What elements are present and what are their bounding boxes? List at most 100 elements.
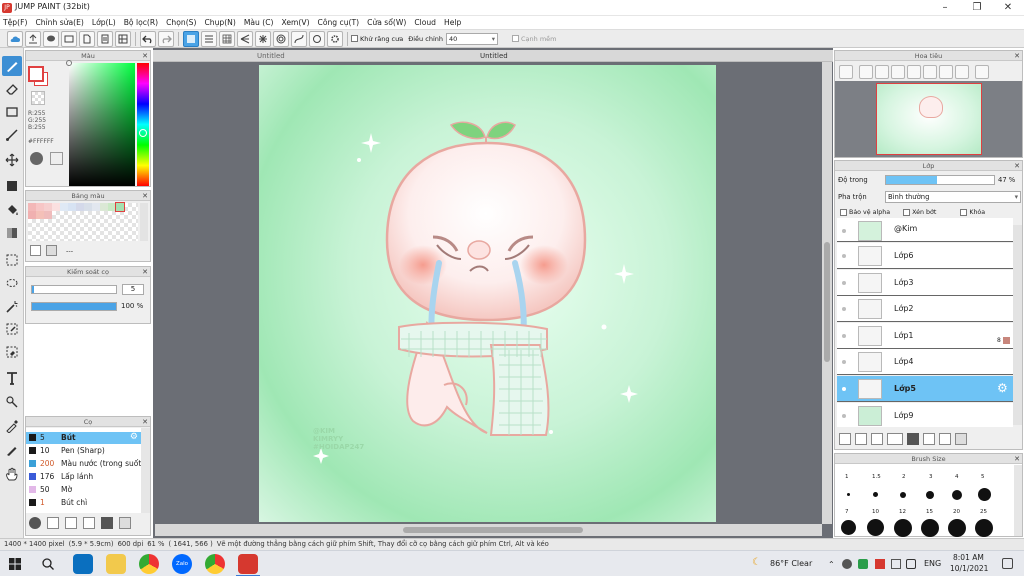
folder-icon[interactable] [101,517,113,529]
tray-chevron-icon[interactable]: ⌃ [828,560,835,569]
select-eraser-tool-icon[interactable] [2,342,22,362]
brush-size-dot[interactable] [926,491,934,499]
tray-app-icon[interactable] [842,559,852,569]
layer-row[interactable]: Lớp2 [837,296,1013,322]
brush-item[interactable]: 176 Lấp lánh [26,471,141,483]
document-icon[interactable] [83,517,95,529]
comment-icon[interactable] [43,30,59,47]
menu-tools[interactable]: Công cụ(T) [318,16,360,30]
undo-icon[interactable] [140,30,156,47]
swatch[interactable] [100,203,108,211]
brush-size-dot[interactable] [867,519,884,536]
bucket-tool-icon[interactable] [2,200,22,220]
chrome-icon[interactable] [139,554,159,574]
swatch[interactable] [84,203,92,211]
pen-tool-icon[interactable] [2,56,22,76]
picker-handle[interactable] [66,60,72,66]
curve-icon[interactable] [291,30,307,47]
menu-color[interactable]: Màu (C) [244,16,274,30]
gear-icon[interactable]: ⚙ [130,432,138,442]
brush-size-field[interactable]: 5 [122,284,144,295]
tray-app-icon[interactable] [875,559,885,569]
menu-select[interactable]: Chọn(S) [166,16,196,30]
circle-icon[interactable] [309,30,325,47]
visibility-icon[interactable] [842,387,846,391]
rectangle-tool-icon[interactable] [2,102,22,122]
brush-size-scrollbar[interactable] [1014,465,1022,536]
layer-row[interactable]: Lớp3 [837,270,1013,296]
select-pen-tool-icon[interactable] [2,319,22,339]
brush-opacity-slider[interactable] [31,302,117,311]
visibility-icon[interactable] [842,360,846,364]
brush-item-selected[interactable]: 5 Bút ⚙ [26,432,141,444]
brush-item[interactable]: 1 Bút chì [26,497,141,509]
hue-slider[interactable] [137,63,149,186]
delete-brush-icon[interactable] [119,517,131,529]
file-explorer-icon[interactable] [106,554,126,574]
document-tab-active[interactable]: Untitled [480,52,508,60]
blend-mode-select[interactable]: Bình thường ▾ [885,191,1021,203]
visibility-icon[interactable] [842,281,846,285]
fit-icon[interactable] [907,65,921,79]
swatch[interactable] [60,203,68,211]
windows-start-icon[interactable] [8,557,22,571]
brush-size-dot[interactable] [975,519,993,537]
gear-icon[interactable] [327,30,343,47]
menu-filter[interactable]: Bộ lọc(R) [124,16,158,30]
layer-row-selected[interactable]: Lớp5 ⚙ [837,376,1013,402]
visibility-icon[interactable] [842,254,846,258]
chrome-icon[interactable] [205,554,225,574]
visibility-icon[interactable] [842,334,846,338]
vertical-scrollbar[interactable] [822,62,832,524]
close-icon[interactable]: ✕ [142,417,148,427]
foreground-color-chip[interactable] [28,66,44,82]
zoom-out-icon[interactable] [891,65,905,79]
volume-icon[interactable] [906,559,916,569]
brush-item[interactable]: 50 Mờ [26,484,141,496]
export-icon[interactable] [25,30,41,47]
brush-size-dot[interactable] [900,492,906,498]
eyedropper-tool-icon[interactable] [2,416,22,436]
menu-edit[interactable]: Chỉnh sửa(E) [35,16,83,30]
notification-icon[interactable] [1002,558,1013,569]
new-brush-icon[interactable] [47,517,59,529]
visibility-icon[interactable] [842,307,846,311]
swatch[interactable] [68,203,76,211]
transparent-color-swatch[interactable] [31,91,45,105]
operation-tool-icon[interactable] [2,392,22,412]
brush-size-dot[interactable] [841,520,856,535]
clipping-checkbox[interactable] [903,209,911,216]
radial-icon[interactable] [255,30,271,47]
drawing-canvas[interactable]: @KIM KIMRYY #HOIDAP247 [259,65,716,522]
zoom-out-icon[interactable] [875,65,889,79]
swatch[interactable] [44,203,52,211]
redo-icon[interactable] [158,30,174,47]
new-layer-icon[interactable] [855,433,867,445]
dell-app-icon[interactable] [73,554,93,574]
menu-file[interactable]: Tệp(F) [3,16,27,30]
perspective-icon[interactable] [237,30,253,47]
swatch[interactable] [76,203,84,211]
close-icon[interactable]: ✕ [1014,51,1020,61]
swatch[interactable] [36,203,44,211]
cloud-icon[interactable] [7,30,23,47]
grid-settings-icon[interactable] [115,30,131,47]
line-tool-icon[interactable] [2,125,22,145]
text-tool-icon[interactable] [2,368,22,388]
document-icon[interactable] [79,30,95,47]
brush-size-slider[interactable] [31,285,117,294]
tray-app-icon[interactable] [858,559,868,569]
brush-item[interactable]: 200 Màu nước (trong suốt) [26,458,141,470]
layers-scrollbar[interactable] [1013,225,1022,425]
correction-select[interactable]: 40 ▾ [446,32,498,45]
close-icon[interactable]: ✕ [142,191,148,201]
gear-icon[interactable]: ⚙ [997,381,1008,395]
clock-time[interactable]: 8:01 AM [953,553,984,562]
eraser-tool-icon[interactable] [2,79,22,99]
folder-icon[interactable] [907,433,919,445]
swatch[interactable] [28,203,36,211]
swatch-scrollbar[interactable] [140,203,148,241]
layer-opacity-slider[interactable] [885,175,995,185]
page-icon[interactable] [97,30,113,47]
minimize-button[interactable]: – [930,0,960,16]
